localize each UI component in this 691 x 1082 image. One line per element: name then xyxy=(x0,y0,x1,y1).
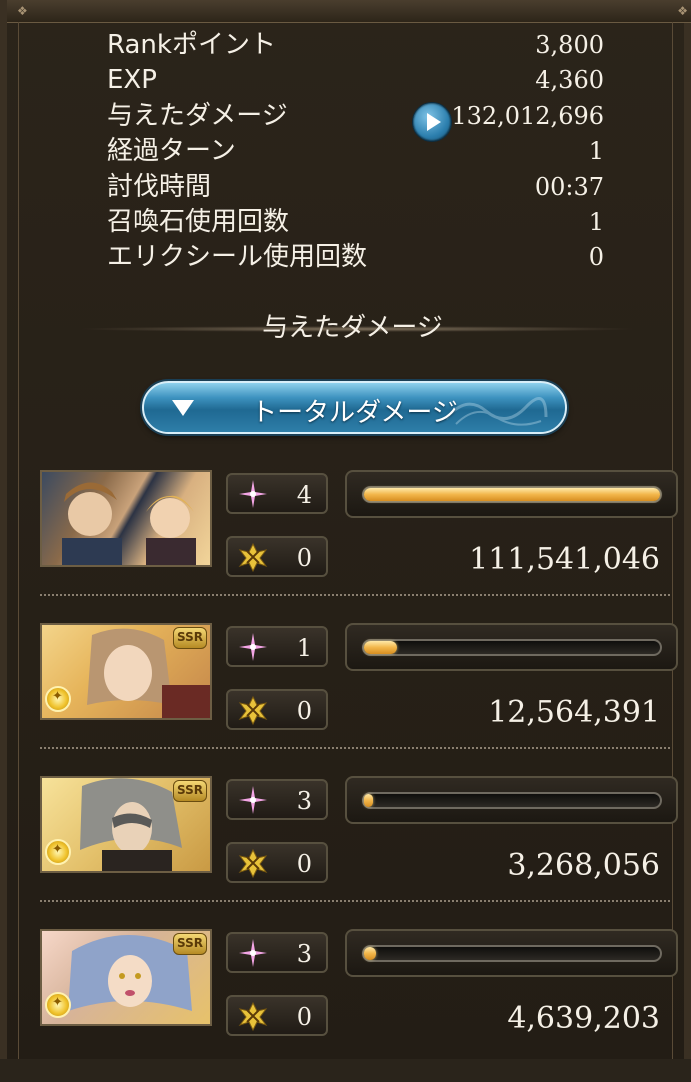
skill-count: 3 xyxy=(296,940,312,968)
gold-burst-icon xyxy=(238,848,268,878)
rarity-badge: SSR xyxy=(173,780,207,802)
skill-count: 4 xyxy=(296,481,312,509)
character-damage: 12,564,391 xyxy=(488,695,660,730)
entry-separator xyxy=(40,900,670,902)
character-entry: SSR 3 0 3,268,056 xyxy=(40,776,678,929)
damage-bar-fill xyxy=(364,947,377,960)
pink-sparkle-icon xyxy=(239,633,267,661)
stat-value: 132,012,696 xyxy=(451,101,604,130)
damage-bar xyxy=(345,623,678,671)
stat-label: EXP xyxy=(107,65,157,96)
light-element-icon xyxy=(45,839,71,865)
ougi-count: 0 xyxy=(296,544,312,572)
skill-counter: 3 xyxy=(226,779,328,820)
character-entry: 4 0 111,541,046 xyxy=(40,470,678,623)
total-damage-label: トータルダメージ xyxy=(251,398,458,428)
skill-counter: 3 xyxy=(226,932,328,973)
stat-turns: 経過ターン 1 xyxy=(107,134,604,169)
damage-bar xyxy=(345,470,678,518)
character-portrait[interactable]: SSR xyxy=(40,929,212,1026)
light-element-icon xyxy=(45,686,71,712)
panel-border-right xyxy=(672,22,673,1059)
gold-burst-icon xyxy=(238,1001,268,1031)
light-element-icon xyxy=(45,992,71,1018)
panel-header-ornament: ❖ ❖ xyxy=(7,0,691,23)
rarity-badge: SSR xyxy=(173,933,207,955)
stat-value: 0 xyxy=(588,243,604,272)
skill-count: 3 xyxy=(296,787,312,815)
stat-label: 召喚石使用回数 xyxy=(107,206,290,237)
battle-stats: Rankポイント 3,800 EXP 4,360 与えたダメージ 132,012… xyxy=(107,28,604,276)
panel-border-left xyxy=(18,22,19,1059)
stat-value: 00:37 xyxy=(534,172,604,201)
character-damage: 3,268,056 xyxy=(507,848,660,883)
ougi-counter: 0 xyxy=(226,536,328,577)
results-panel: ❖ ❖ Rankポイント 3,800 EXP 4,360 与えたダメージ 132… xyxy=(0,0,691,1059)
ougi-count: 0 xyxy=(296,1003,312,1031)
stat-label: Rankポイント xyxy=(107,30,276,60)
pink-sparkle-icon xyxy=(239,480,267,508)
damage-bar-track xyxy=(362,945,662,962)
stat-time: 討伐時間 00:37 xyxy=(107,170,604,205)
stat-value: 1 xyxy=(588,137,604,166)
stat-value: 3,800 xyxy=(535,31,604,59)
stat-label: 経過ターン xyxy=(107,136,236,167)
entry-separator xyxy=(40,594,670,596)
stat-label: 与えたダメージ xyxy=(107,100,288,131)
skill-counter: 1 xyxy=(226,626,328,667)
character-entry: SSR 3 0 4,639,203 xyxy=(40,929,678,1082)
character-entry: SSR 1 0 12,564,391 xyxy=(40,623,678,776)
character-portrait[interactable]: SSR xyxy=(40,776,212,873)
damage-bar-track xyxy=(362,792,662,809)
stat-value: 1 xyxy=(588,207,604,236)
portrait-illustration xyxy=(62,482,196,565)
stat-elixir-uses: エリクシール使用回数 0 xyxy=(107,240,604,275)
stat-damage-dealt: 与えたダメージ 132,012,696 xyxy=(107,99,604,142)
ornament-right-icon: ❖ xyxy=(677,4,688,18)
entry-separator xyxy=(40,747,670,749)
pink-sparkle-icon xyxy=(239,786,267,814)
ougi-counter: 0 xyxy=(226,995,328,1036)
pink-sparkle-icon xyxy=(239,939,267,967)
stat-value: 4,360 xyxy=(535,66,604,95)
stat-summon-uses: 召喚石使用回数 1 xyxy=(107,205,604,240)
damage-bar-track xyxy=(362,486,662,503)
rarity-badge: SSR xyxy=(173,627,207,649)
skill-count: 1 xyxy=(296,634,312,662)
character-damage: 111,541,046 xyxy=(469,542,660,577)
ougi-count: 0 xyxy=(296,850,312,878)
stat-label: 討伐時間 xyxy=(107,171,212,202)
ougi-counter: 0 xyxy=(226,842,328,883)
stat-label: エリクシール使用回数 xyxy=(107,242,368,273)
ornament-left-icon: ❖ xyxy=(17,4,28,18)
damage-bar-track xyxy=(362,639,662,656)
character-damage: 4,639,203 xyxy=(507,1001,660,1036)
ougi-counter: 0 xyxy=(226,689,328,730)
stat-rank-points: Rankポイント 3,800 xyxy=(107,28,604,63)
damage-bar xyxy=(345,776,678,824)
damage-bar xyxy=(345,929,678,977)
gold-burst-icon xyxy=(238,695,268,725)
gold-burst-icon xyxy=(238,542,268,572)
total-damage-toggle-button[interactable]: トータルダメージ xyxy=(142,381,567,434)
damage-bar-fill xyxy=(364,641,398,654)
skill-counter: 4 xyxy=(226,473,328,514)
damage-bar-fill xyxy=(364,794,373,807)
character-portrait[interactable] xyxy=(40,470,212,567)
stat-exp: EXP 4,360 xyxy=(107,63,604,98)
damage-section-title: 与えたダメージ xyxy=(262,313,443,343)
character-portrait[interactable]: SSR xyxy=(40,623,212,720)
damage-bar-fill xyxy=(364,488,660,501)
ougi-count: 0 xyxy=(296,697,312,725)
